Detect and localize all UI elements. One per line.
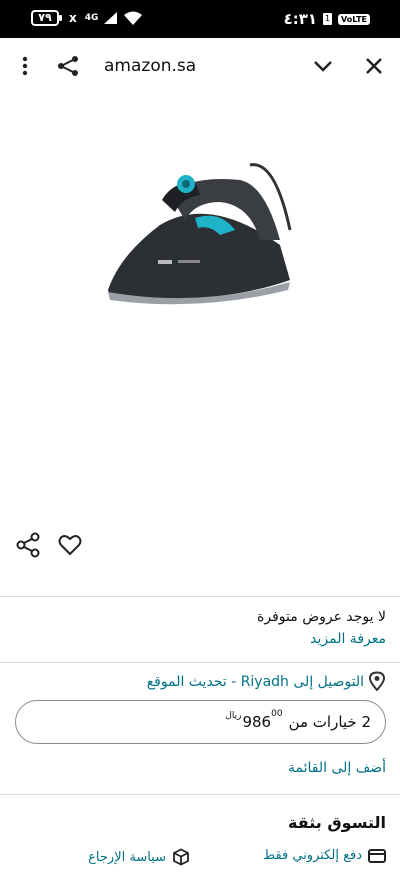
electronic-payment-label: دفع إلكتروني فقط	[263, 848, 362, 863]
shop-with-confidence-heading: التسوق بثقة	[288, 813, 386, 832]
price-fraction: 00	[271, 709, 283, 719]
add-to-list-link[interactable]: أضف إلى القائمة	[288, 760, 386, 776]
price-whole: 986	[242, 713, 272, 731]
clock: ٤:٣١	[283, 10, 318, 28]
chevron-down-icon[interactable]	[311, 54, 335, 78]
buying-options-button[interactable]: 2 خيارات من 98600 ريال	[15, 700, 386, 744]
no-offers-text: لا يوجد عروض متوفرة	[257, 609, 386, 625]
return-policy-label: سياسة الإرجاع	[88, 849, 166, 865]
notification-x: x	[69, 11, 77, 25]
share-icon[interactable]	[56, 54, 80, 78]
options-price: 98600	[242, 709, 282, 731]
browser-toolbar: amazon.sa	[0, 38, 400, 94]
status-left: ٧٩ x 4G	[31, 10, 143, 26]
network-type: 4G	[84, 13, 99, 23]
signal-icon	[104, 12, 118, 24]
more-vert-icon[interactable]	[13, 54, 37, 78]
box-return-icon	[173, 848, 189, 866]
status-bar: ٧٩ x 4G ٤:٣١ 1 VoLTE	[0, 0, 400, 38]
close-icon[interactable]	[362, 54, 386, 78]
sim-indicator: 1	[323, 13, 333, 25]
location-pin-icon	[368, 671, 386, 691]
status-right: ٤:٣١ 1 VoLTE	[284, 10, 370, 28]
battery-icon: ٧٩	[31, 10, 62, 26]
card-icon	[368, 848, 386, 863]
url-text[interactable]: amazon.sa	[104, 56, 196, 76]
share-icon[interactable]	[15, 532, 41, 558]
learn-more-link[interactable]: معرفة المزيد	[310, 631, 386, 647]
volte-badge: VoLTE	[338, 13, 370, 25]
divider	[0, 662, 400, 663]
heart-icon[interactable]	[57, 532, 83, 558]
electronic-payment-item[interactable]: دفع إلكتروني فقط	[263, 848, 386, 863]
divider	[0, 794, 400, 795]
wifi-icon	[124, 11, 143, 25]
divider	[0, 596, 400, 597]
currency-label: ريال	[225, 711, 242, 721]
product-image[interactable]	[100, 140, 300, 310]
options-label: 2 خيارات من	[288, 713, 371, 731]
delivery-location-link[interactable]: التوصيل إلى Riyadh - تحديث الموقع	[147, 674, 364, 690]
return-policy-item[interactable]: سياسة الإرجاع	[88, 848, 190, 866]
